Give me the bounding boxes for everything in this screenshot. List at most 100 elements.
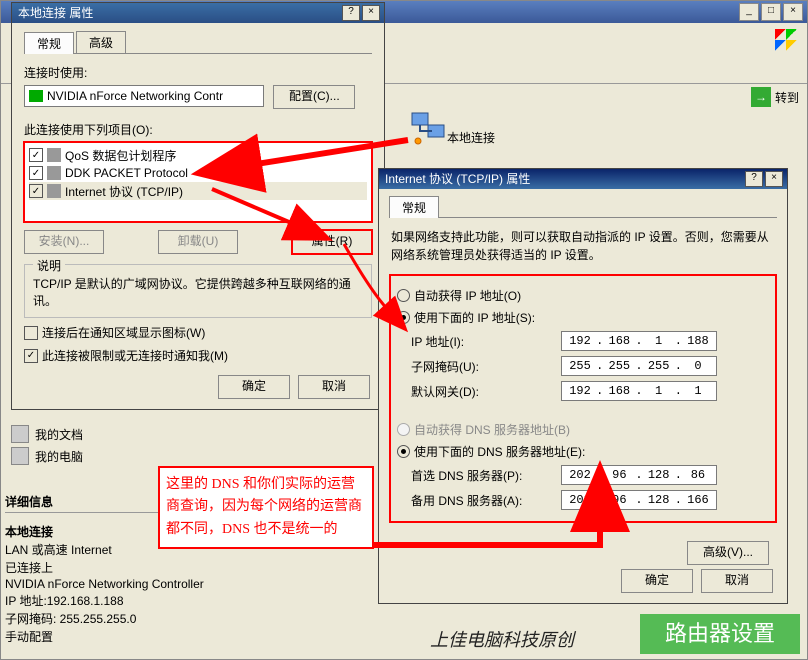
close-button[interactable]: × (765, 171, 783, 187)
radio-label: 使用下面的 IP 地址(S): (414, 309, 535, 326)
window-controls: _ □ × (739, 3, 803, 21)
install-button[interactable]: 安装(N)... (24, 230, 104, 254)
sidebar-item-label: 我的文档 (35, 426, 83, 443)
address-go: → 转到 (751, 87, 799, 107)
minimize-button[interactable]: _ (739, 3, 759, 21)
ok-button[interactable]: 确定 (621, 569, 693, 593)
cancel-button[interactable]: 取消 (701, 569, 773, 593)
go-button[interactable]: → (751, 87, 771, 107)
item-label: QoS 数据包计划程序 (65, 147, 176, 164)
component-icon (47, 148, 61, 162)
dialog-title-text: 本地连接 属性 (18, 6, 93, 20)
tabs: 常规 (389, 195, 777, 218)
radio[interactable] (397, 445, 410, 458)
info-text: 如果网络支持此功能，则可以获取自动指派的 IP 设置。否则，您需要从网络系统管理… (391, 228, 775, 264)
details-line: NVIDIA nForce Networking Controller (5, 577, 215, 591)
details-line: 手动配置 (5, 628, 215, 645)
checkbox-label: 此连接被限制或无连接时通知我(M) (42, 347, 228, 364)
radio-use-ip[interactable]: 使用下面的 IP 地址(S): (397, 309, 769, 326)
component-icon (47, 166, 61, 180)
notify-icon-checkbox-row[interactable]: 连接后在通知区域显示图标(W) (24, 324, 372, 341)
computer-icon (11, 447, 29, 465)
details-line: IP 地址:192.168.1.188 (5, 592, 215, 609)
uninstall-button[interactable]: 卸载(U) (158, 230, 238, 254)
item-label: Internet 协议 (TCP/IP) (65, 183, 183, 200)
subnet-mask-input[interactable]: 255.255.255.0 (561, 356, 717, 376)
radio-label: 自动获得 DNS 服务器地址(B) (414, 421, 570, 438)
checkbox-label: 连接后在通知区域显示图标(W) (42, 324, 205, 341)
ip-address-row: IP 地址(I): 192.168.1.188 (411, 331, 769, 351)
subnet-mask-row: 子网掩码(U): 255.255.255.0 (411, 356, 769, 376)
windows-logo-icon (775, 29, 797, 51)
connection-icon[interactable] (403, 111, 453, 145)
radio-label: 使用下面的 DNS 服务器地址(E): (414, 443, 585, 460)
connection-items-list[interactable]: ✓ QoS 数据包计划程序 ✓ DDK PACKET Protocol ✓ In… (24, 142, 372, 222)
component-icon (47, 184, 61, 198)
gateway-input[interactable]: 192.168.1.1 (561, 381, 717, 401)
radio-use-dns[interactable]: 使用下面的 DNS 服务器地址(E): (397, 443, 769, 460)
go-label: 转到 (775, 89, 799, 106)
radio[interactable] (397, 311, 410, 324)
checkbox[interactable]: ✓ (29, 184, 43, 198)
close-button[interactable]: × (783, 3, 803, 21)
properties-button[interactable]: 属性(R) (292, 230, 372, 254)
help-button[interactable]: ? (745, 171, 763, 187)
annotation-callout: 这里的 DNS 和你们实际的运营商查询，因为每个网络的运营商都不同，DNS 也不… (158, 466, 374, 549)
close-button[interactable]: × (362, 5, 380, 21)
description-group: 说明 TCP/IP 是默认的广域网协议。它提供跨越多种互联网络的通讯。 (24, 264, 372, 318)
tab-general[interactable]: 常规 (389, 196, 439, 218)
dns1-label: 首选 DNS 服务器(P): (411, 467, 561, 484)
ok-button[interactable]: 确定 (218, 375, 290, 399)
sidebar-item-label: 我的电脑 (35, 448, 83, 465)
dialog-footer: 确定 取消 (621, 569, 773, 593)
documents-icon (11, 425, 29, 443)
list-item-tcpip[interactable]: ✓ Internet 协议 (TCP/IP) (29, 182, 367, 200)
radio-label: 自动获得 IP 地址(O) (414, 287, 521, 304)
radio-auto-ip[interactable]: 自动获得 IP 地址(O) (397, 287, 769, 304)
dns2-row: 备用 DNS 服务器(A): 202.96.128.166 (411, 490, 769, 510)
description-text: TCP/IP 是默认的广域网协议。它提供跨越多种互联网络的通讯。 (33, 277, 351, 308)
cancel-button[interactable]: 取消 (298, 375, 370, 399)
checkbox[interactable]: ✓ (24, 349, 38, 363)
footer-credit: 上佳电脑科技原创 (430, 626, 574, 652)
checkbox[interactable]: ✓ (29, 148, 43, 162)
dns1-row: 首选 DNS 服务器(P): 202.96.128.86 (411, 465, 769, 485)
configure-button[interactable]: 配置(C)... (273, 85, 355, 109)
adapter-display: NVIDIA nForce Networking Contr (24, 85, 264, 107)
list-item[interactable]: ✓ QoS 数据包计划程序 (29, 146, 367, 164)
connection-properties-dialog: 本地连接 属性 ? × 常规 高级 连接时使用: NVIDIA nForce N… (11, 2, 385, 410)
dns2-input[interactable]: 202.96.128.166 (561, 490, 717, 510)
maximize-button[interactable]: □ (761, 3, 781, 21)
connection-label[interactable]: 本地连接 (447, 129, 495, 146)
advanced-button[interactable]: 高级(V)... (687, 541, 769, 565)
sidebar: 我的文档 我的电脑 (11, 421, 211, 469)
item-label: DDK PACKET Protocol (65, 166, 188, 180)
notify-limited-checkbox-row[interactable]: ✓ 此连接被限制或无连接时通知我(M) (24, 347, 372, 364)
checkbox[interactable] (24, 326, 38, 340)
ip-settings-group: 自动获得 IP 地址(O) 使用下面的 IP 地址(S): IP 地址(I): … (389, 274, 777, 523)
connect-using-label: 连接时使用: (24, 64, 372, 81)
details-line: 子网掩码: 255.255.255.0 (5, 610, 215, 627)
tabs: 常规 高级 (24, 31, 372, 54)
gateway-row: 默认网关(D): 192.168.1.1 (411, 381, 769, 401)
dns2-label: 备用 DNS 服务器(A): (411, 492, 561, 509)
dialog-controls: ? × (342, 5, 380, 21)
sidebar-item-computer[interactable]: 我的电脑 (11, 447, 211, 465)
tab-advanced[interactable]: 高级 (76, 31, 126, 53)
radio (397, 423, 410, 436)
dns1-input[interactable]: 202.96.128.86 (561, 465, 717, 485)
list-item[interactable]: ✓ DDK PACKET Protocol (29, 164, 367, 182)
ip-address-input[interactable]: 192.168.1.188 (561, 331, 717, 351)
sidebar-item-documents[interactable]: 我的文档 (11, 425, 211, 443)
checkbox[interactable]: ✓ (29, 166, 43, 180)
details-line: 已连接上 (5, 559, 215, 576)
dialog-footer: 确定 取消 (218, 375, 370, 399)
tab-general[interactable]: 常规 (24, 32, 74, 54)
radio[interactable] (397, 289, 410, 302)
dialog-controls: ? × (745, 171, 783, 187)
help-button[interactable]: ? (342, 5, 360, 21)
uses-items-label: 此连接使用下列项目(O): (24, 121, 372, 138)
dialog-title: Internet 协议 (TCP/IP) 属性 ? × (379, 169, 787, 189)
adapter-icon (29, 90, 43, 102)
description-legend: 说明 (33, 257, 65, 274)
